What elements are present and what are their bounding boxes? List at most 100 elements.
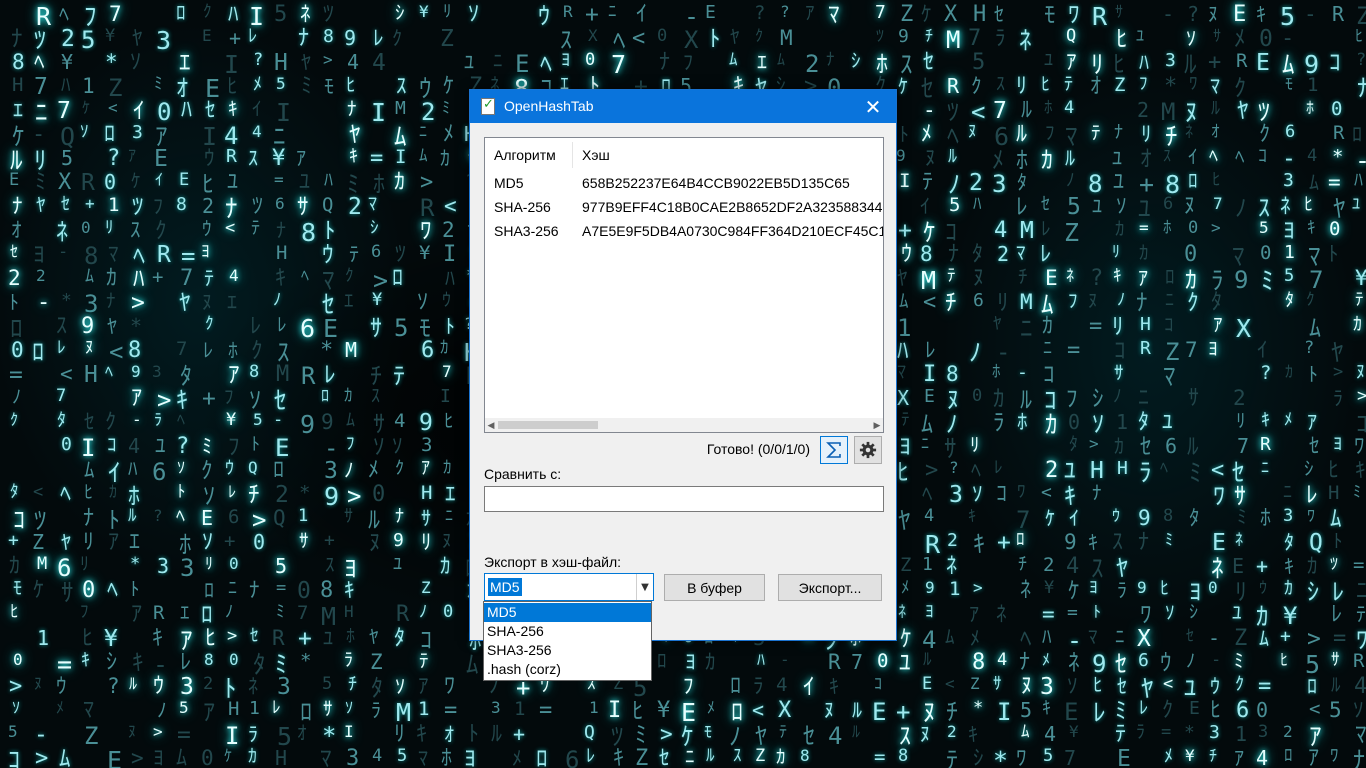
wallpaper-glyph: ﾇ xyxy=(202,290,212,314)
hash-list[interactable]: Алгоритм Хэш MD5 658B252237E64B4CCB9022E… xyxy=(484,137,884,433)
wallpaper-glyph: R xyxy=(420,194,435,222)
title-bar[interactable]: ✓ OpenHashTab ✕ xyxy=(470,90,896,123)
dropdown-option-md5[interactable]: MD5 xyxy=(484,603,651,622)
wallpaper-glyph: ﾕ xyxy=(1162,410,1173,434)
wallpaper-glyph: ﾜ xyxy=(1213,482,1225,510)
wallpaper-glyph: = xyxy=(1333,626,1347,651)
wallpaper-glyph: ﾗ xyxy=(1136,722,1145,743)
wallpaper-glyph: ﾛ xyxy=(321,386,330,405)
wallpaper-glyph: ﾍ xyxy=(1209,146,1218,167)
wallpaper-glyph: ｳ xyxy=(322,242,334,268)
wallpaper-glyph: - xyxy=(37,290,51,315)
wallpaper-glyph: ｽ xyxy=(899,722,911,750)
wallpaper-glyph: ﾈ xyxy=(946,554,958,579)
wallpaper-glyph: = xyxy=(1067,602,1078,623)
wallpaper-glyph: 6 xyxy=(1165,434,1178,458)
wallpaper-glyph: ｿ xyxy=(373,434,385,460)
wallpaper-glyph: > xyxy=(347,482,362,510)
wallpaper-glyph: ﾕ xyxy=(899,650,911,676)
wallpaper-glyph: ﾘ xyxy=(443,2,452,22)
wallpaper-glyph: ｷ xyxy=(416,722,428,747)
copy-to-clipboard-button[interactable]: В буфер xyxy=(664,574,765,601)
settings-button[interactable] xyxy=(854,436,882,464)
wallpaper-glyph: ﾒ xyxy=(921,122,933,147)
wallpaper-glyph: ﾅ xyxy=(1138,530,1150,555)
sum-button[interactable] xyxy=(820,436,848,464)
table-row[interactable]: SHA3-256 A7E5E9F5DB4A0730C984FF364D210EC… xyxy=(485,219,883,243)
wallpaper-glyph: ﾗ xyxy=(344,650,353,671)
wallpaper-glyph: E xyxy=(1189,698,1200,719)
wallpaper-glyph: 8 xyxy=(920,242,933,266)
column-header-hash[interactable]: Хэш xyxy=(582,147,610,163)
wallpaper-glyph: > xyxy=(252,506,267,534)
wallpaper-glyph: < xyxy=(109,338,124,366)
wallpaper-glyph: ﾛ xyxy=(731,698,743,726)
wallpaper-glyph: ﾎ xyxy=(1017,410,1028,434)
wallpaper-glyph: Q xyxy=(1066,26,1077,46)
wallpaper-glyph: ﾖ xyxy=(561,50,570,71)
wallpaper-glyph: ｷ xyxy=(968,722,978,746)
column-header-algorithm[interactable]: Алгоритм xyxy=(494,147,556,163)
wallpaper-glyph: + xyxy=(324,530,335,551)
wallpaper-glyph: E xyxy=(1117,746,1131,768)
horizontal-scrollbar[interactable]: ◀ ▶ xyxy=(485,418,883,432)
close-icon[interactable]: ✕ xyxy=(850,90,896,123)
wallpaper-glyph: 3 xyxy=(157,554,170,578)
wallpaper-glyph: 2 xyxy=(1233,386,1246,410)
wallpaper-glyph: ｶ xyxy=(394,170,406,195)
wallpaper-glyph: E xyxy=(107,746,123,768)
wallpaper-glyph: ? xyxy=(1304,338,1315,358)
wallpaper-glyph: 3 xyxy=(346,746,360,768)
wallpaper-glyph: ﾇ xyxy=(973,266,985,291)
wallpaper-glyph: ｵ xyxy=(176,74,188,102)
column-separator[interactable] xyxy=(572,142,573,168)
wallpaper-glyph: ﾃ xyxy=(946,746,958,768)
wallpaper-glyph: X xyxy=(588,26,598,45)
compare-input[interactable] xyxy=(484,486,884,512)
wallpaper-glyph: 5 xyxy=(275,554,288,578)
wallpaper-glyph: ｴ xyxy=(344,290,354,312)
table-row[interactable]: MD5 658B252237E64B4CCB9022EB5D135C65 xyxy=(485,171,883,195)
wallpaper-glyph: ｷ xyxy=(1088,530,1098,554)
wallpaper-glyph: ﾆ xyxy=(1356,578,1366,604)
wallpaper-glyph: ﾜ xyxy=(1140,602,1152,628)
wallpaper-glyph: 1 xyxy=(1116,410,1129,434)
wallpaper-glyph: 0 xyxy=(157,98,172,126)
dropdown-option-hash-corz[interactable]: .hash (corz) xyxy=(484,660,651,679)
wallpaper-glyph: ｼ xyxy=(1092,386,1104,412)
wallpaper-glyph: > xyxy=(323,50,333,69)
wallpaper-glyph: ﾏ xyxy=(1210,74,1220,98)
export-button[interactable]: Экспорт... xyxy=(778,574,882,601)
chevron-down-icon[interactable]: ▼ xyxy=(636,574,653,600)
scroll-left-icon[interactable]: ◀ xyxy=(485,418,497,432)
table-row[interactable]: SHA-256 977B9EFF4C18B0CAE2B8652DF2A32358… xyxy=(485,195,883,219)
wallpaper-glyph: ﾚ xyxy=(277,314,287,336)
wallpaper-glyph: ﾓ xyxy=(1044,2,1056,28)
wallpaper-glyph: ｶ xyxy=(1353,314,1362,335)
wallpaper-glyph: ﾆ xyxy=(228,578,237,599)
wallpaper-glyph: H xyxy=(421,482,433,504)
scroll-right-icon[interactable]: ▶ xyxy=(871,418,883,432)
wallpaper-glyph: ｷ xyxy=(1256,2,1266,26)
wallpaper-glyph: ﾗ xyxy=(371,698,381,722)
dropdown-option-sha256[interactable]: SHA-256 xyxy=(484,622,651,641)
wallpaper-glyph: ｱ xyxy=(128,146,137,165)
wallpaper-glyph: 7 xyxy=(176,338,188,360)
wallpaper-glyph: ﾁ xyxy=(946,698,958,726)
wallpaper-glyph: ｿ xyxy=(130,50,142,75)
wallpaper-glyph: H xyxy=(228,698,240,720)
wallpaper-glyph: 7 xyxy=(968,26,982,51)
wallpaper-glyph: ｿ xyxy=(972,482,983,506)
scroll-thumb[interactable] xyxy=(498,421,598,429)
wallpaper-glyph: ﾙ xyxy=(948,146,957,167)
dropdown-option-sha3-256[interactable]: SHA3-256 xyxy=(484,641,651,660)
wallpaper-glyph: ｱ xyxy=(108,530,120,555)
wallpaper-glyph: ﾛ xyxy=(1165,266,1175,288)
export-format-select[interactable]: MD5 ▼ xyxy=(484,573,654,601)
wallpaper-glyph: ﾛ xyxy=(300,698,312,726)
wallpaper-glyph: - xyxy=(1208,626,1221,650)
wallpaper-glyph: 0 xyxy=(253,530,266,554)
wallpaper-glyph: ﾚ xyxy=(373,26,384,50)
wallpaper-glyph: ｻ xyxy=(297,194,309,220)
wallpaper-glyph: ﾓ xyxy=(1285,74,1294,93)
